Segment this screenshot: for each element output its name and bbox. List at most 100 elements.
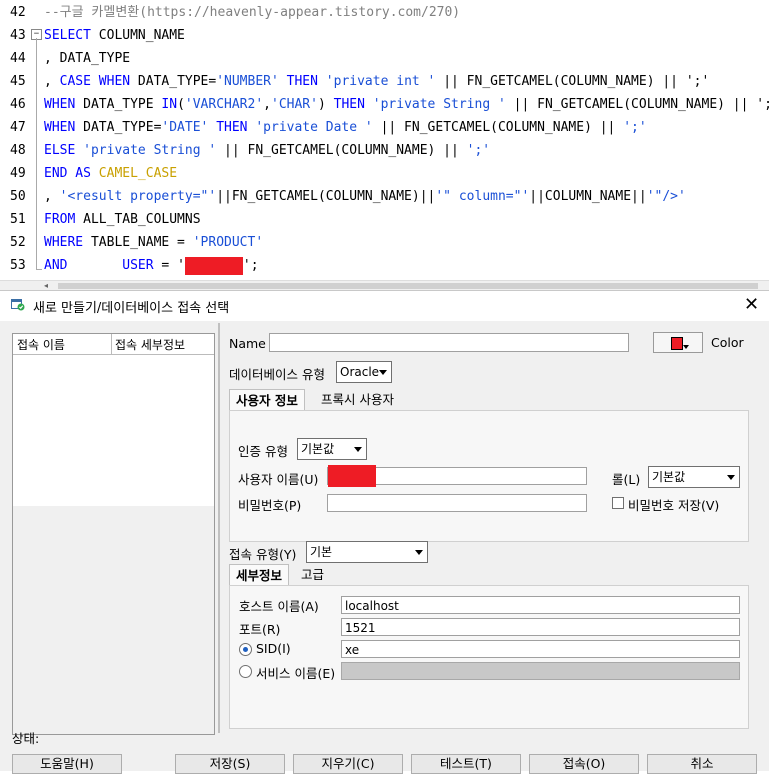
column-header-connection-name[interactable]: 접속 이름 <box>17 336 65 353</box>
code-token: WHEN <box>44 120 76 135</box>
code-line[interactable]: 48 ELSE 'private String ' || FN_GETCAMEL(… <box>0 139 769 162</box>
code-token: WHEN <box>44 97 76 112</box>
line-number: 47 <box>10 120 26 135</box>
code-text: WHEN DATA_TYPE='DATE' THEN 'private Date… <box>44 116 647 139</box>
tab-proxy-user[interactable]: 프록시 사용자 <box>315 389 400 411</box>
code-line[interactable]: 51 FROM ALL_TAB_COLUMNS <box>0 208 769 231</box>
connection-type-value: 기본 <box>310 545 333 559</box>
help-button[interactable]: 도움말(H) <box>12 754 122 774</box>
line-number: 50 <box>10 189 26 204</box>
password-input[interactable] <box>327 494 587 512</box>
status-label: 상태: <box>12 731 40 746</box>
hostname-input[interactable]: localhost <box>341 596 740 614</box>
line-number: 49 <box>10 166 26 181</box>
code-text: , CASE WHEN DATA_TYPE='NUMBER' THEN 'pri… <box>44 70 709 93</box>
code-text: WHERE TABLE_NAME = 'PRODUCT' <box>44 231 263 254</box>
code-token: || FN_GETCAMEL(COLUMN_NAME) || ';' <box>435 74 710 89</box>
code-line[interactable]: 53 AND USER = ' '; <box>0 254 769 277</box>
dialog-title: 새로 만들기/데이터베이스 접속 선택 <box>33 301 230 316</box>
tab-details[interactable]: 세부정보 <box>229 564 290 586</box>
database-type-select[interactable]: Oracle <box>336 361 392 383</box>
sid-input[interactable]: xe <box>341 640 740 658</box>
hostname-label: 호스트 이름(A) <box>239 599 319 614</box>
color-picker-button[interactable] <box>653 332 703 353</box>
cancel-button[interactable]: 취소 <box>647 754 757 774</box>
code-line[interactable]: 50 , '<result property="'||FN_GETCAMEL(CO… <box>0 185 769 208</box>
split-pane-divider[interactable] <box>218 323 220 733</box>
code-token: --구글 카멜변환(https://heavenly-appear.tistor… <box>44 5 461 20</box>
code-line[interactable]: 52 WHERE TABLE_NAME = 'PRODUCT' <box>0 231 769 254</box>
connection-list[interactable]: 접속 이름 접속 세부정보 <box>12 333 215 735</box>
connection-list-header: 접속 이름 접속 세부정보 <box>13 334 214 355</box>
column-header-connection-details[interactable]: 접속 세부정보 <box>115 336 185 353</box>
chevron-down-icon <box>354 447 362 452</box>
sid-radio[interactable] <box>239 643 252 656</box>
code-line[interactable]: 45, CASE WHEN DATA_TYPE='NUMBER' THEN 'p… <box>0 70 769 93</box>
code-token: 'private String ' <box>83 143 217 158</box>
new-connection-dialog: 새로 만들기/데이터베이스 접속 선택 ✕ 접속 이름 접속 세부정보 Name… <box>0 290 769 774</box>
code-token: FROM <box>44 212 76 227</box>
code-token: , <box>44 74 60 89</box>
redaction-box <box>328 465 376 487</box>
chevron-down-icon <box>415 550 423 555</box>
code-token: 'PRODUCT' <box>192 235 264 250</box>
code-token: ) <box>317 97 334 112</box>
color-label: Color <box>711 335 744 350</box>
code-token: || FN_GETCAMEL(COLUMN_NAME) || <box>216 143 467 158</box>
code-text: WHEN DATA_TYPE IN('VARCHAR2','CHAR') THE… <box>44 93 769 116</box>
line-number: 52 <box>10 235 26 250</box>
connection-type-select[interactable]: 기본 <box>306 541 428 563</box>
code-token: SELECT <box>44 28 91 43</box>
scrollbar-thumb[interactable] <box>58 283 758 289</box>
role-value: 기본값 <box>652 470 686 484</box>
save-password-checkbox[interactable] <box>612 497 624 509</box>
code-line[interactable]: 46 WHEN DATA_TYPE IN('VARCHAR2','CHAR') T… <box>0 93 769 116</box>
code-token: CAMEL_CASE <box>98 166 178 181</box>
password-label: 비밀번호(P) <box>238 498 302 513</box>
connect-button[interactable]: 접속(O) <box>529 754 639 774</box>
connection-list-empty-area <box>13 506 214 734</box>
code-text: FROM ALL_TAB_COLUMNS <box>44 208 201 231</box>
code-token: TABLE_NAME = <box>83 235 193 250</box>
database-type-label: 데이터베이스 유형 <box>229 367 325 382</box>
sid-label: SID(I) <box>256 641 291 656</box>
auth-type-select[interactable]: 기본값 <box>297 438 367 460</box>
role-select[interactable]: 기본값 <box>648 466 740 488</box>
tab-advanced[interactable]: 고급 <box>295 564 330 586</box>
test-button[interactable]: 테스트(T) <box>411 754 521 774</box>
code-line[interactable]: 42 --구글 카멜변환(https://heavenly-appear.tist… <box>0 1 769 24</box>
port-input[interactable]: 1521 <box>341 618 740 636</box>
code-token: CASE WHEN <box>59 74 131 89</box>
code-line[interactable]: 49 END AS CAMEL_CASE <box>0 162 769 185</box>
close-icon[interactable]: ✕ <box>744 294 759 315</box>
code-text: END AS CAMEL_CASE <box>44 162 177 185</box>
line-number: 42 <box>10 5 26 20</box>
code-line[interactable]: 47 WHEN DATA_TYPE='DATE' THEN 'private Da… <box>0 116 769 139</box>
sql-editor[interactable]: − 42 --구글 카멜변환(https://heavenly-appear.ti… <box>0 0 769 290</box>
code-token: 'DATE' <box>161 120 209 135</box>
code-line[interactable]: 43 SELECT COLUMN_NAME <box>0 24 769 47</box>
dialog-titlebar: 새로 만들기/데이터베이스 접속 선택 ✕ <box>0 291 769 321</box>
code-text: , '<result property="'||FN_GETCAMEL(COLU… <box>44 185 686 208</box>
code-line[interactable]: 44 , DATA_TYPE <box>0 47 769 70</box>
tab-user-info[interactable]: 사용자 정보 <box>229 389 305 411</box>
connection-name-input[interactable] <box>269 333 629 352</box>
code-text: ELSE 'private String ' || FN_GETCAMEL(CO… <box>44 139 490 162</box>
code-token: ||FN_GETCAMEL(COLUMN_NAME)|| <box>216 189 436 204</box>
horizontal-scrollbar[interactable]: ◂ <box>0 280 769 290</box>
service-name-radio[interactable] <box>239 665 252 678</box>
clear-button[interactable]: 지우기(C) <box>293 754 403 774</box>
code-token: THEN <box>286 74 318 89</box>
scroll-left-icon[interactable]: ◂ <box>44 281 48 290</box>
code-token: '"/>' <box>646 189 686 204</box>
code-text: AND USER = ' '; <box>44 254 259 277</box>
column-divider[interactable] <box>111 334 112 354</box>
chevron-down-icon <box>727 475 735 480</box>
auth-type-label: 인증 유형 <box>238 444 288 459</box>
line-number: 44 <box>10 51 26 66</box>
line-number: 51 <box>10 212 26 227</box>
save-button[interactable]: 저장(S) <box>175 754 285 774</box>
